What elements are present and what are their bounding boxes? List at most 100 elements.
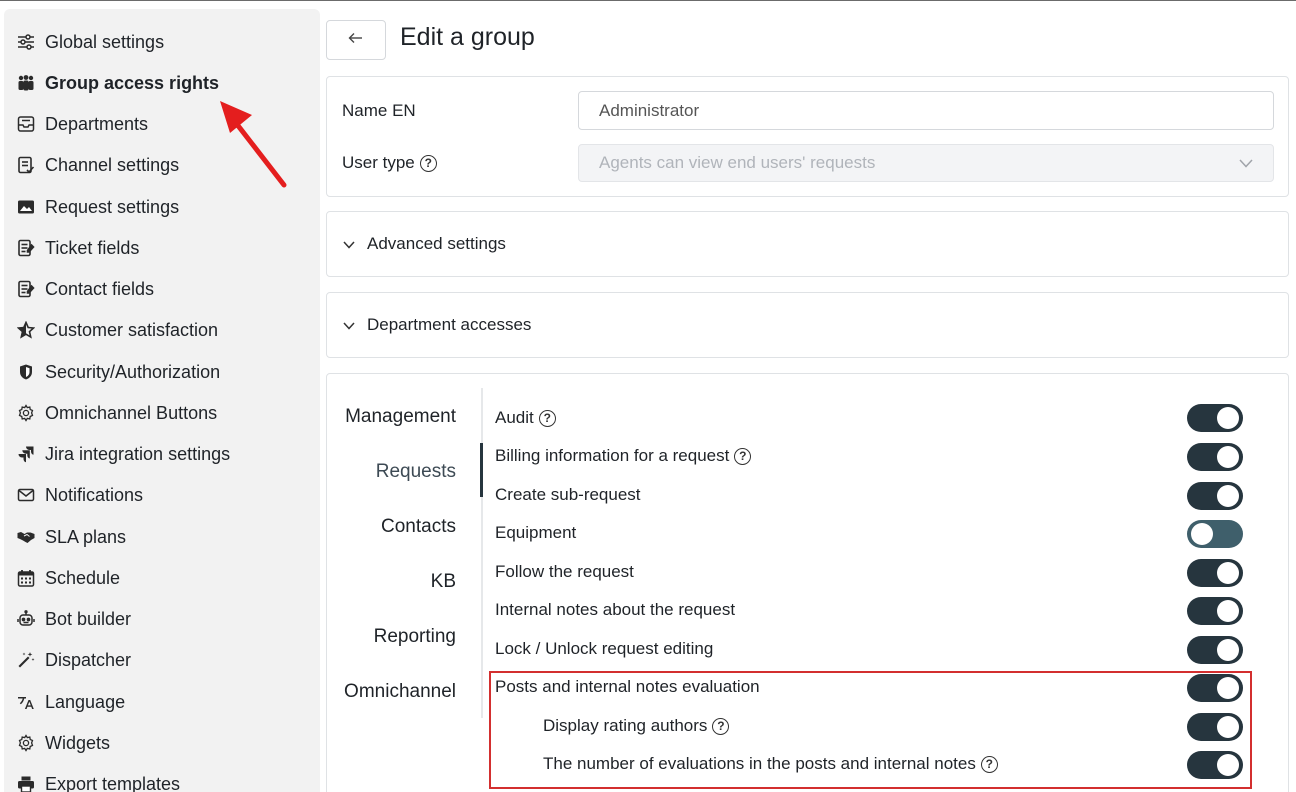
tab-reporting[interactable]: Reporting [374,626,456,648]
advanced-settings-label: Advanced settings [367,234,506,253]
gear-icon [16,403,36,423]
user-type-value: Agents can view end users' requests [599,153,876,172]
permission-text: Follow the request [495,562,634,581]
help-icon[interactable]: ? [538,409,556,427]
sidebar-item-label: Departments [45,113,149,134]
sidebar-item-label: Contact fields [45,278,155,299]
sidebar-item-global-settings[interactable]: Global settings [16,30,164,54]
sidebar-item-label: Security/Authorization [45,361,221,382]
toggle-knob [1217,485,1239,507]
permission-label-create-sub-request: Create sub-request [495,483,641,507]
sidebar-item-request-settings[interactable]: Request settings [16,195,179,219]
sidebar-item-security-authorization[interactable]: Security/Authorization [16,360,220,384]
permission-text: Billing information for a request [495,446,730,465]
robot-icon [16,609,36,629]
name-en-label: Name EN [342,101,416,121]
chevron-down-icon [343,318,355,333]
sidebar-item-language[interactable]: Language [16,690,125,714]
sidebar-item-omnichannel-buttons[interactable]: Omnichannel Buttons [16,401,217,425]
image-icon [16,197,36,217]
sidebar-item-schedule[interactable]: Schedule [16,566,120,590]
sidebar-item-label: Channel settings [45,154,180,175]
sidebar-item-contact-fields[interactable]: Contact fields [16,277,154,301]
permission-text: Create sub-request [495,485,641,504]
sidebar-item-customer-satisfaction[interactable]: Customer satisfaction [16,318,218,342]
page-title: Edit a group [400,23,535,51]
toggle-knob [1191,523,1213,545]
group-icon [16,73,36,93]
sidebar-item-departments[interactable]: Departments [16,112,148,136]
toggle-billing-information[interactable] [1187,443,1243,471]
star-icon [16,320,36,340]
sidebar-item-export-templates[interactable]: Export templates [16,772,180,792]
toggle-equipment[interactable] [1187,520,1243,548]
shield-icon [16,362,36,382]
form-icon [16,279,36,299]
help-icon[interactable]: ? [419,154,437,172]
arrow-left-icon [348,31,364,49]
user-type-label-text: User type [342,153,415,172]
toggle-knob [1217,600,1239,622]
sidebar-item-label: Global settings [45,31,165,52]
permission-text: Audit [495,408,534,427]
name-en-label-text: Name EN [342,101,416,120]
inbox-icon [16,114,36,134]
sidebar-item-label: Export templates [45,773,181,792]
sidebar-item-label: Request settings [45,196,180,217]
sidebar-item-notifications[interactable]: Notifications [16,483,143,507]
sidebar-item-bot-builder[interactable]: Bot builder [16,607,131,631]
sidebar-item-label: Language [45,691,126,712]
user-type-select[interactable]: Agents can view end users' requests [578,144,1274,182]
chevron-down-icon [343,237,355,252]
active-tab-indicator [480,443,483,497]
annotation-highlight-box [489,671,1252,789]
advanced-settings-toggle[interactable]: Advanced settings [343,212,506,276]
permission-label-audit: Audit ? [495,406,556,430]
sidebar-item-jira-integration-settings[interactable]: Jira integration settings [16,442,230,466]
toggle-create-sub-request[interactable] [1187,482,1243,510]
advanced-settings-card: Advanced settings [326,211,1289,277]
department-accesses-toggle[interactable]: Department accesses [343,293,531,357]
toggle-knob [1217,407,1239,429]
tab-divider [481,388,483,718]
permission-text: Lock / Unlock request editing [495,639,714,658]
back-button[interactable] [326,20,386,60]
sidebar-item-widgets[interactable]: Widgets [16,731,110,755]
gear-icon [16,733,36,753]
sidebar-item-dispatcher[interactable]: Dispatcher [16,648,131,672]
toggle-follow-request[interactable] [1187,559,1243,587]
tab-contacts[interactable]: Contacts [381,516,456,538]
sliders-icon [16,32,36,52]
department-accesses-card: Department accesses [326,292,1289,358]
permission-text: Internal notes about the request [495,600,736,619]
tab-omnichannel[interactable]: Omnichannel [344,681,456,703]
permission-text: Equipment [495,523,577,542]
sidebar-item-group-access-rights[interactable]: Group access rights [16,71,219,95]
chevron-down-icon [1239,155,1253,171]
toggle-lock-unlock-editing[interactable] [1187,636,1243,664]
name-en-input[interactable] [578,91,1274,130]
printer-icon [16,774,36,792]
user-type-label: User type ? [342,153,437,173]
toggle-knob [1217,446,1239,468]
help-icon[interactable]: ? [734,447,752,465]
tab-requests[interactable]: Requests [376,461,456,483]
translate-icon [16,692,36,712]
tab-kb[interactable]: KB [431,571,456,593]
envelope-icon [16,485,36,505]
toggle-internal-notes[interactable] [1187,597,1243,625]
sidebar-item-label: Notifications [45,484,144,505]
sidebar-item-sla-plans[interactable]: SLA plans [16,525,126,549]
sidebar-item-channel-settings[interactable]: Channel settings [16,153,179,177]
sidebar-item-ticket-fields[interactable]: Ticket fields [16,236,139,260]
permission-label-lock-unlock-editing: Lock / Unlock request editing [495,637,713,661]
sidebar-item-label: Widgets [45,732,111,753]
form-icon [16,238,36,258]
sidebar-item-label: Customer satisfaction [45,319,219,340]
toggle-audit[interactable] [1187,404,1243,432]
jira-icon [16,444,36,464]
toggle-knob [1217,562,1239,584]
sidebar-item-label: Jira integration settings [45,443,231,464]
tab-management[interactable]: Management [345,406,456,428]
sidebar-item-label: Ticket fields [45,237,140,258]
